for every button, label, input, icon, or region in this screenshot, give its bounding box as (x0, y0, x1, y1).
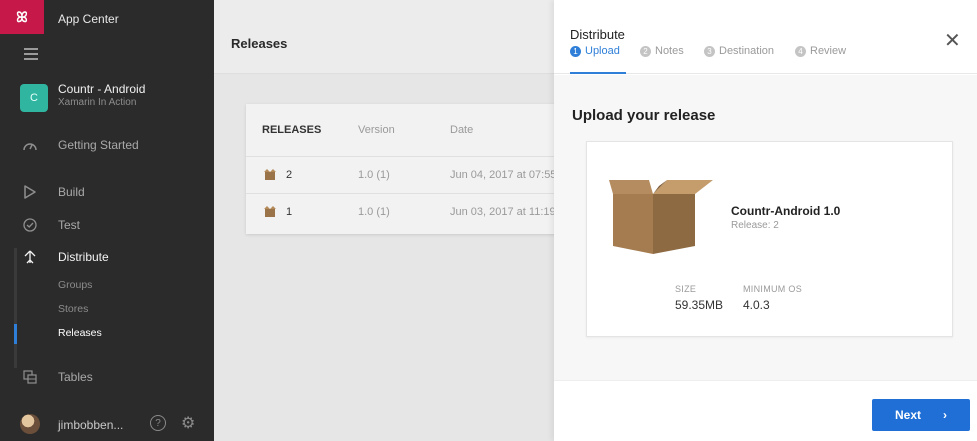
app-avatar[interactable]: C (20, 84, 48, 112)
column-header-date[interactable]: Date (450, 124, 473, 136)
play-icon (20, 182, 40, 202)
sidebar-item-build[interactable]: Build (0, 179, 214, 205)
menu-icon[interactable] (24, 48, 38, 63)
user-name[interactable]: jimbobben... (58, 418, 123, 432)
step-label: Destination (719, 45, 775, 57)
panel-footer: Next › (554, 380, 977, 441)
main-header: Releases (214, 0, 554, 74)
sidebar-subitem-stores[interactable]: Stores (58, 303, 88, 315)
release-number: 2 (286, 169, 293, 181)
release-name: Countr-Android 1.0 (731, 204, 841, 218)
panel-title: Distribute (570, 27, 625, 42)
package-icon (264, 206, 276, 217)
sidebar-item-tables[interactable]: Tables (0, 364, 214, 390)
next-label: Next (894, 408, 921, 422)
user-avatar[interactable] (20, 414, 40, 434)
step-number: 1 (570, 45, 581, 57)
sidebar-item-label: Tables (58, 370, 93, 384)
distribute-panel: Distribute ✕ 1 Upload 2 Notes 3 Destinat… (554, 0, 977, 441)
sidebar-item-distribute[interactable]: Distribute (0, 244, 214, 270)
upload-heading: Upload your release (572, 107, 716, 124)
help-icon[interactable]: ? (150, 415, 166, 431)
step-upload[interactable]: 1 Upload (570, 45, 620, 57)
active-indicator (14, 324, 17, 344)
step-number: 2 (640, 45, 651, 57)
release-version: 1.0 (1) (358, 169, 390, 181)
release-number-label: Release: 2 (731, 220, 779, 231)
step-label: Notes (655, 45, 684, 57)
sidebar: ꕤ App Center C Countr - Android Xamarin … (0, 0, 214, 441)
min-os-value: 4.0.3 (743, 298, 770, 312)
step-number: 3 (704, 45, 715, 57)
panel-body: Upload your release Countr-Android 1.0 R… (554, 75, 977, 380)
app-org: Xamarin In Action (58, 97, 137, 108)
next-button[interactable]: Next › (872, 399, 970, 431)
table-row[interactable]: 2 1.0 (1) Jun 04, 2017 at 07:55 (246, 156, 566, 193)
table-row[interactable]: 1 1.0 (1) Jun 03, 2017 at 11:19 (246, 193, 566, 230)
sidebar-subitem-groups[interactable]: Groups (58, 279, 92, 291)
releases-table: RELEASES Version Date 2 1.0 (1) Jun 04, … (246, 104, 566, 234)
sidebar-item-label: Test (58, 218, 81, 232)
column-header-releases[interactable]: RELEASES (262, 124, 321, 136)
nav-indent-line (14, 248, 17, 368)
sidebar-subitem-releases[interactable]: Releases (58, 327, 102, 339)
page-title: Releases (231, 36, 288, 51)
main-content: Releases RELEASES Version Date 2 1.0 (1)… (214, 0, 566, 441)
release-upload-card: Countr-Android 1.0 Release: 2 SIZE 59.35… (586, 141, 953, 337)
package-icon (264, 169, 276, 180)
chevron-right-icon: › (943, 408, 947, 422)
sidebar-item-label: Getting Started (58, 138, 139, 152)
sidebar-item-getting-started[interactable]: Getting Started (0, 132, 214, 158)
size-label: SIZE (675, 284, 697, 294)
package-icon (609, 180, 713, 254)
release-version: 1.0 (1) (358, 206, 390, 218)
sidebar-item-label: Distribute (58, 250, 109, 264)
app-center-logo[interactable]: ꕤ (0, 0, 44, 34)
step-notes[interactable]: 2 Notes (640, 45, 684, 57)
app-name[interactable]: Countr - Android (58, 82, 145, 96)
step-label: Upload (585, 45, 620, 57)
release-number: 1 (286, 206, 293, 218)
logo-glyph: ꕤ (16, 8, 28, 25)
step-destination[interactable]: 3 Destination (704, 45, 774, 57)
help-glyph: ? (155, 417, 161, 429)
panel-header: Distribute ✕ 1 Upload 2 Notes 3 Destinat… (554, 0, 977, 74)
min-os-label: MINIMUM OS (743, 284, 802, 294)
column-header-version[interactable]: Version (358, 124, 395, 136)
active-step-underline (570, 72, 626, 74)
check-circle-icon (20, 215, 40, 235)
step-number: 4 (795, 45, 806, 57)
tables-icon (20, 367, 40, 387)
sidebar-item-test[interactable]: Test (0, 212, 214, 238)
distribute-icon (20, 247, 40, 267)
settings-icon[interactable]: ⚙ (181, 413, 195, 433)
app-initial: C (30, 92, 38, 104)
sidebar-item-label: Build (58, 185, 85, 199)
release-date: Jun 03, 2017 at 11:19 (450, 206, 556, 218)
step-review[interactable]: 4 Review (795, 45, 846, 57)
size-value: 59.35MB (675, 298, 724, 312)
step-label: Review (810, 45, 847, 57)
gauge-icon (20, 135, 40, 155)
close-icon[interactable]: ✕ (944, 31, 961, 51)
app-center-title: App Center (58, 12, 119, 26)
release-date: Jun 04, 2017 at 07:55 (450, 169, 557, 181)
